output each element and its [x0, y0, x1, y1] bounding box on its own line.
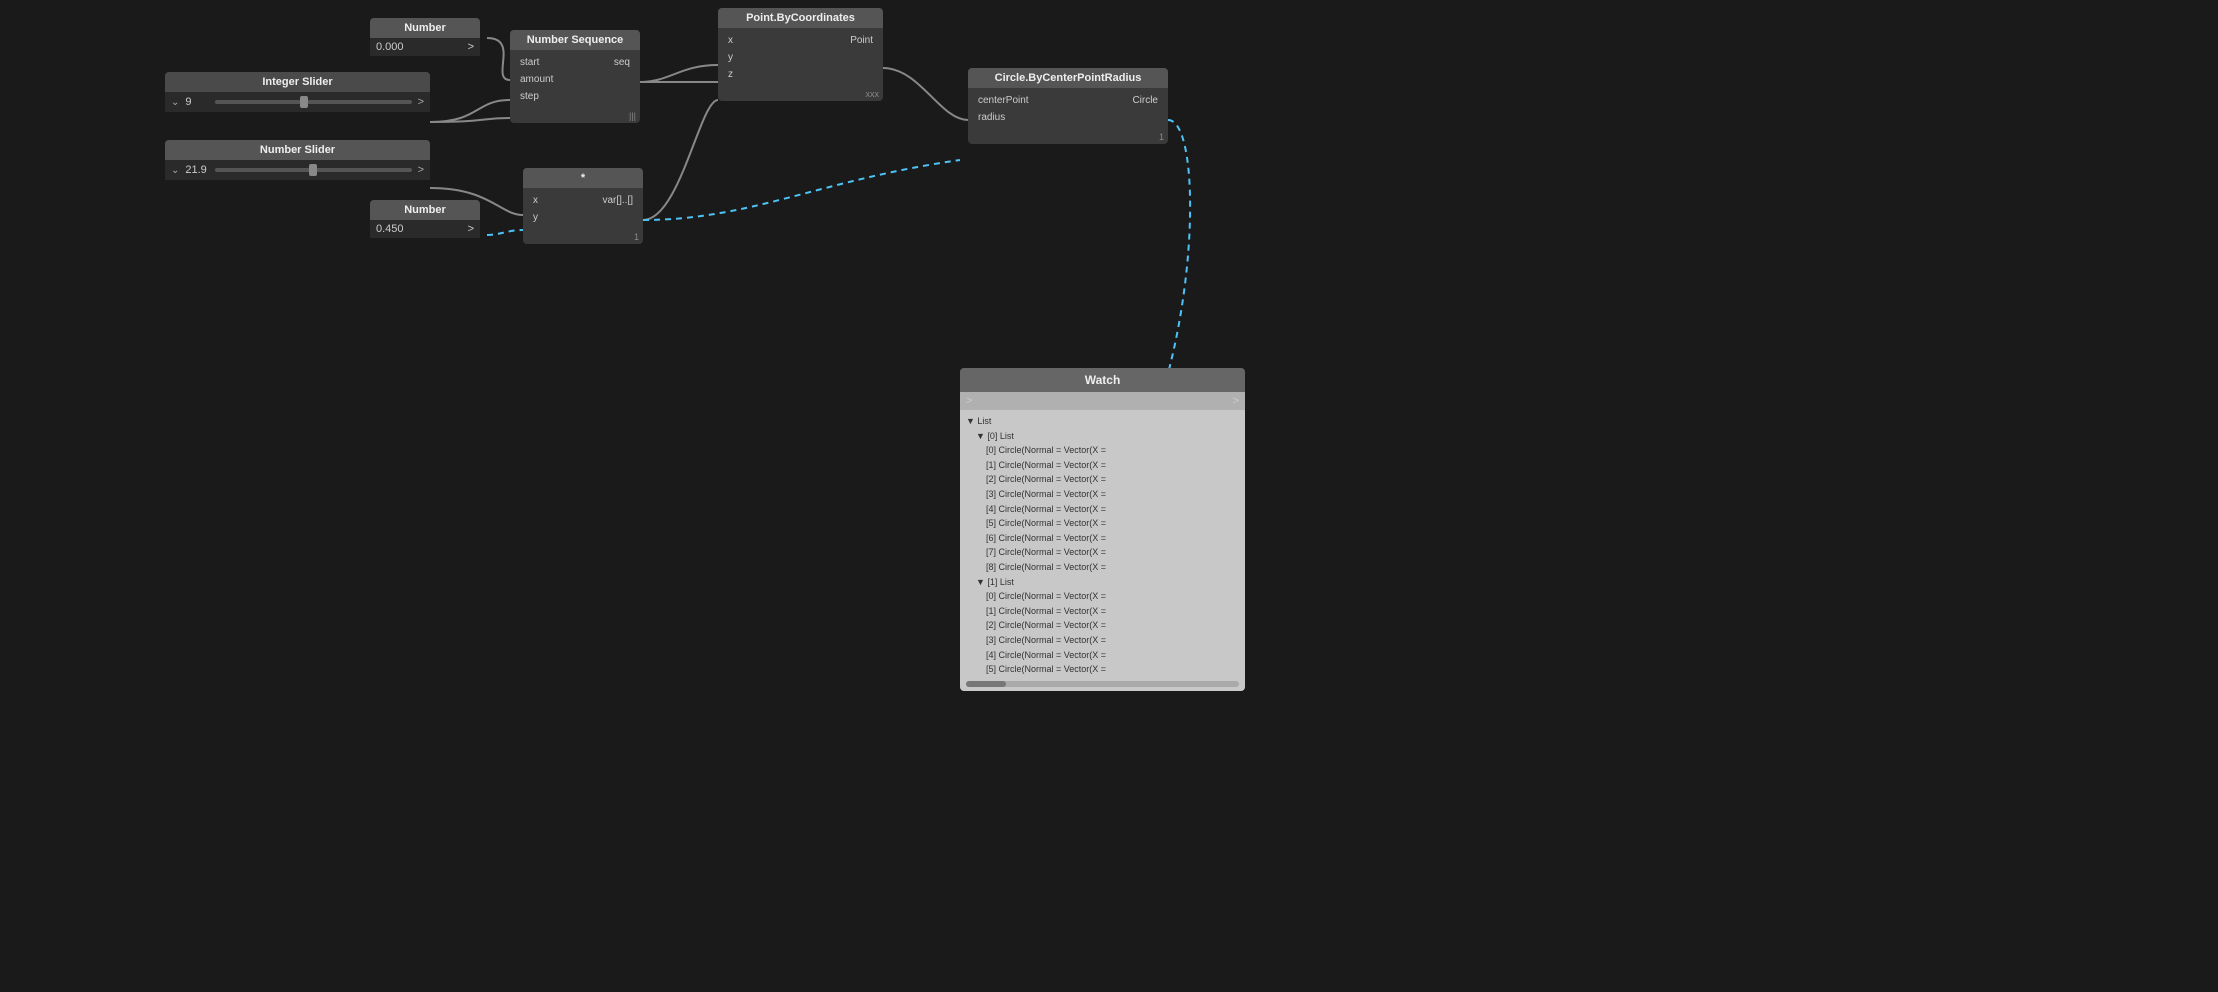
tree-item-0-2: [2] Circle(Normal = Vector(X =: [966, 472, 1239, 487]
tree-item-1-5: [5] Circle(Normal = Vector(X =: [966, 662, 1239, 677]
multiply-footer: 1: [523, 230, 643, 244]
seq-port-amount: amount: [516, 73, 557, 86]
mult-row-x: x var[]..[]: [529, 192, 637, 209]
tree-item-1-2: [2] Circle(Normal = Vector(X =: [966, 618, 1239, 633]
number-node-2-arrow: >: [468, 223, 474, 235]
number-slider-thumb[interactable]: [309, 164, 317, 176]
circle-output: Circle: [1132, 95, 1162, 106]
number-slider-header: Number Slider: [165, 140, 430, 160]
integer-slider-track[interactable]: [215, 100, 411, 104]
multiply-header: *: [523, 168, 643, 188]
tree-item-0-8: [8] Circle(Normal = Vector(X =: [966, 560, 1239, 575]
point-port-z: z: [724, 68, 737, 81]
tree-item-0-5: [5] Circle(Normal = Vector(X =: [966, 516, 1239, 531]
tree-item-1-1: [1] Circle(Normal = Vector(X =: [966, 604, 1239, 619]
seq-row-start: start seq: [516, 54, 634, 71]
number-slider-right-arrow: >: [418, 164, 424, 176]
point-node-body: x Point y z: [718, 28, 883, 87]
mult-row-y: y: [529, 209, 637, 226]
circle-node-header: Circle.ByCenterPointRadius: [968, 68, 1168, 88]
number-slider-track[interactable]: [215, 168, 411, 172]
seq-output-seq: seq: [614, 57, 634, 68]
circle-by-center-point-radius-node: Circle.ByCenterPointRadius centerPoint C…: [968, 68, 1168, 144]
seq-port-start: start: [516, 56, 543, 69]
number-node-1-body[interactable]: 0.000 >: [370, 38, 480, 56]
tree-item-0-list: ▼ [0] List: [966, 429, 1239, 444]
watch-header: Watch: [960, 368, 1245, 392]
circle-node-body: centerPoint Circle radius: [968, 88, 1168, 130]
integer-slider-body[interactable]: ⌄ 9 >: [165, 92, 430, 112]
circle-port-center: centerPoint: [974, 94, 1033, 107]
num-slider-chevron-icon: ⌄: [171, 165, 179, 176]
integer-slider-header: Integer Slider: [165, 72, 430, 92]
number-node-2-body[interactable]: 0.450 >: [370, 220, 480, 238]
slider-chevron-icon: ⌄: [171, 97, 179, 108]
point-port-y: y: [724, 51, 737, 64]
number-node-2-value: 0.450: [376, 223, 404, 235]
point-node-footer: xxx: [718, 87, 883, 101]
mult-output: var[]..[]: [602, 195, 637, 206]
tree-item-0-1: [1] Circle(Normal = Vector(X =: [966, 458, 1239, 473]
circle-row-radius: radius: [974, 109, 1162, 126]
number-sequence-node: Number Sequence start seq amount step ||…: [510, 30, 640, 123]
tree-item-list: ▼ List: [966, 414, 1239, 429]
mult-port-y: y: [529, 211, 542, 224]
multiply-body: x var[]..[] y: [523, 188, 643, 230]
tree-item-1-list: ▼ [1] List: [966, 575, 1239, 590]
watch-output-label: >: [1233, 395, 1239, 407]
mult-footer-text: 1: [634, 232, 639, 242]
integer-slider-right-arrow: >: [418, 96, 424, 108]
point-node-header: Point.ByCoordinates: [718, 8, 883, 28]
tree-item-1-4: [4] Circle(Normal = Vector(X =: [966, 648, 1239, 663]
number-sequence-header: Number Sequence: [510, 30, 640, 50]
canvas: Number 0.000 > Integer Slider ⌄ 9 > Numb…: [0, 0, 2218, 992]
point-footer-text: xxx: [866, 89, 880, 99]
number-slider-value: 21.9: [185, 164, 209, 176]
number-sequence-footer: |||: [510, 109, 640, 123]
number-node-2: Number 0.450 >: [370, 200, 480, 238]
tree-item-0-0: [0] Circle(Normal = Vector(X =: [966, 443, 1239, 458]
seq-footer-text: |||: [629, 111, 636, 121]
tree-item-0-7: [7] Circle(Normal = Vector(X =: [966, 545, 1239, 560]
circle-footer-text: 1: [1159, 132, 1164, 142]
number-node-1-header: Number: [370, 18, 480, 38]
number-sequence-body: start seq amount step: [510, 50, 640, 109]
tree-item-0-3: [3] Circle(Normal = Vector(X =: [966, 487, 1239, 502]
point-port-x: x: [724, 34, 737, 47]
watch-input-row[interactable]: > >: [960, 392, 1245, 410]
watch-input-label: >: [966, 395, 972, 407]
number-slider-node: Number Slider ⌄ 21.9 >: [165, 140, 430, 180]
number-node-2-header: Number: [370, 200, 480, 220]
mult-port-x: x: [529, 194, 542, 207]
tree-item-1-0: [0] Circle(Normal = Vector(X =: [966, 589, 1239, 604]
tree-item-0-6: [6] Circle(Normal = Vector(X =: [966, 531, 1239, 546]
integer-slider-thumb[interactable]: [300, 96, 308, 108]
seq-port-step: step: [516, 90, 543, 103]
number-node-1: Number 0.000 >: [370, 18, 480, 56]
number-slider-body[interactable]: ⌄ 21.9 >: [165, 160, 430, 180]
circle-node-footer: 1: [968, 130, 1168, 144]
watch-scrollbar-thumb[interactable]: [966, 681, 1006, 687]
point-row-z: z: [724, 66, 877, 83]
seq-row-step: step: [516, 88, 634, 105]
watch-content: ▼ List ▼ [0] List [0] Circle(Normal = Ve…: [960, 410, 1245, 691]
integer-slider-value: 9: [185, 96, 209, 108]
point-row-y: y: [724, 49, 877, 66]
watch-node: Watch > > ▼ List ▼ [0] List [0] Circle(N…: [960, 368, 1245, 691]
tree-item-1-3: [3] Circle(Normal = Vector(X =: [966, 633, 1239, 648]
circle-row-center: centerPoint Circle: [974, 92, 1162, 109]
multiply-node: * x var[]..[] y 1: [523, 168, 643, 244]
point-row-x: x Point: [724, 32, 877, 49]
point-by-coordinates-node: Point.ByCoordinates x Point y z xxx: [718, 8, 883, 101]
circle-port-radius: radius: [974, 111, 1009, 124]
tree-item-0-4: [4] Circle(Normal = Vector(X =: [966, 502, 1239, 517]
watch-scrollbar[interactable]: [966, 681, 1239, 687]
integer-slider-node: Integer Slider ⌄ 9 >: [165, 72, 430, 112]
seq-row-amount: amount: [516, 71, 634, 88]
number-node-1-arrow: >: [468, 41, 474, 53]
point-output: Point: [850, 35, 877, 46]
number-node-1-value: 0.000: [376, 41, 404, 53]
